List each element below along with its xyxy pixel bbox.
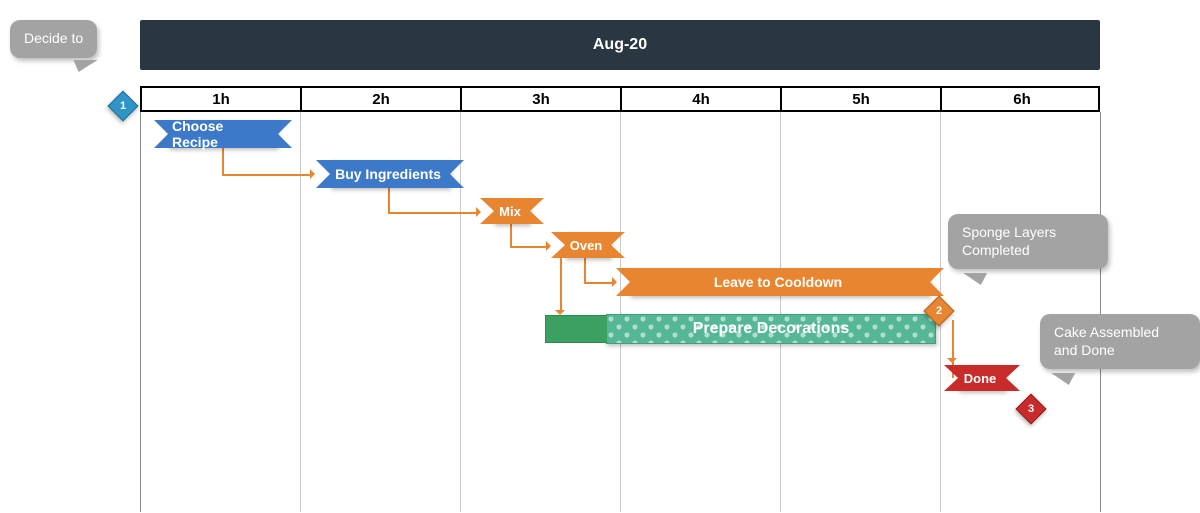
callout-cake-done: Cake Assembled and Done [1040, 314, 1200, 369]
milestone-1-decide[interactable]: 1 [107, 90, 138, 121]
hour-tick: 1h [142, 88, 302, 110]
task-leave-to-cooldown[interactable]: Leave to Cooldown [630, 268, 930, 296]
hours-scale-row: 1h 2h 3h 4h 5h 6h [140, 86, 1100, 112]
hour-tick: 2h [302, 88, 462, 110]
diagram-title: Aug-20 [593, 36, 647, 54]
gridline [780, 112, 781, 512]
task-done[interactable]: Done [958, 365, 1006, 391]
hour-tick: 3h [462, 88, 622, 110]
diagram-title-bar: Aug-20 [140, 20, 1100, 70]
hour-tick: 6h [942, 88, 1102, 110]
callout-tail-icon [1051, 373, 1081, 385]
gridline [1100, 112, 1101, 512]
gridline [140, 112, 141, 512]
callout-tail-icon [67, 60, 98, 72]
task-prepare-decorations[interactable]: Prepare Decorations [606, 314, 936, 344]
task-buy-ingredients[interactable]: Buy Ingredients [330, 160, 450, 188]
task-prepare-decorations-lead [545, 315, 607, 343]
gridline [300, 112, 301, 512]
task-choose-recipe[interactable]: Choose Recipe [168, 120, 278, 148]
callout-decide: Decide to [10, 20, 97, 58]
milestone-3-assembled[interactable]: 3 [1015, 393, 1046, 424]
hour-tick: 4h [622, 88, 782, 110]
callout-sponge-completed: Sponge Layers Completed [948, 214, 1108, 269]
task-mix[interactable]: Mix [494, 198, 530, 224]
callout-tail-icon [963, 273, 993, 285]
task-oven[interactable]: Oven [565, 232, 611, 258]
hour-tick: 5h [782, 88, 942, 110]
gridline [620, 112, 621, 512]
